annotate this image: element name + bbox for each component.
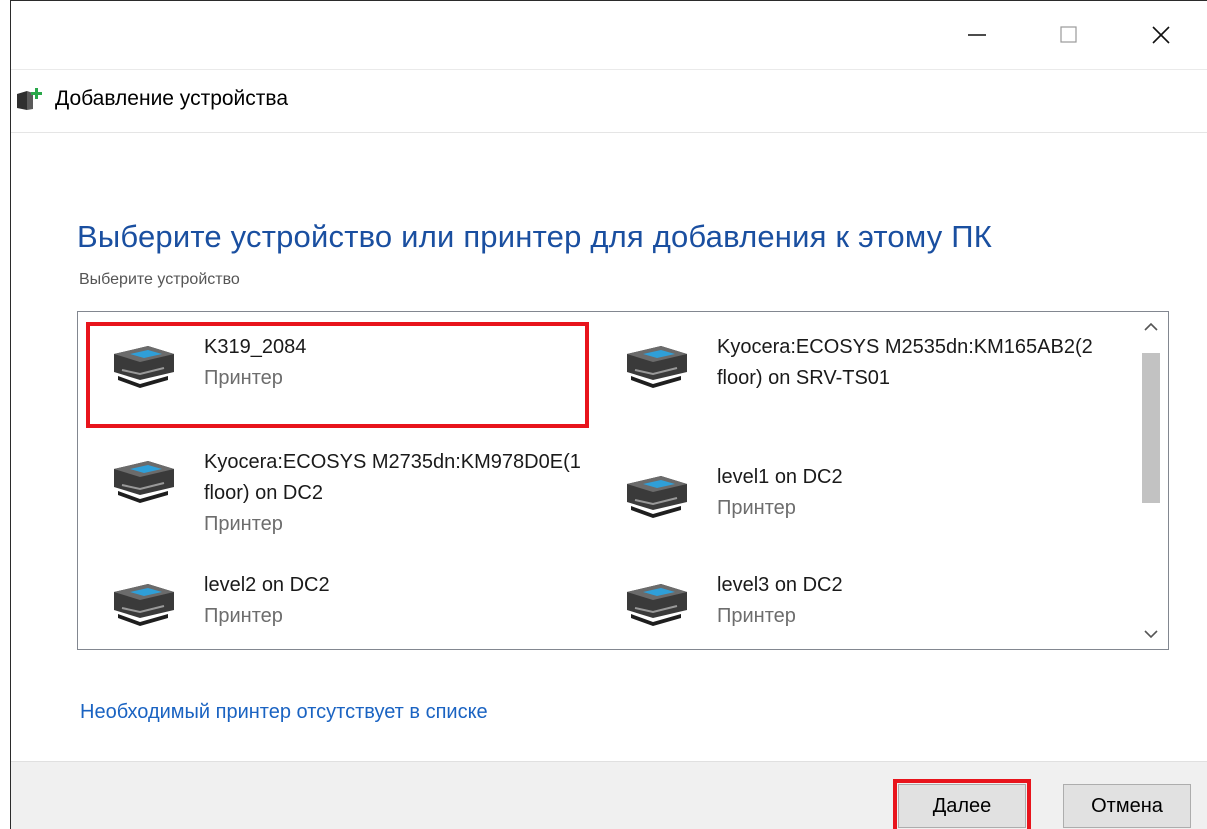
- device-type: Принтер: [204, 367, 283, 389]
- chevron-up-icon: [1144, 322, 1158, 331]
- device-name: Kyocera:ECOSYS M2535dn:KM165AB2(2 floor)…: [717, 336, 1093, 389]
- scroll-down-button[interactable]: [1134, 619, 1168, 649]
- missing-printer-link[interactable]: Необходимый принтер отсутствует в списке: [80, 701, 488, 724]
- page-heading: Выберите устройство или принтер для доба…: [77, 219, 992, 254]
- device-item[interactable]: K319_2084 Принтер: [108, 332, 306, 394]
- device-list-scrollbar[interactable]: [1134, 312, 1168, 649]
- maximize-button[interactable]: [1023, 1, 1115, 69]
- add-device-icon: [15, 86, 45, 112]
- printer-icon: [621, 570, 693, 630]
- chevron-down-icon: [1144, 630, 1158, 639]
- printer-icon: [108, 447, 180, 507]
- device-name: level2 on DC2: [204, 574, 330, 596]
- close-icon: [1152, 26, 1170, 44]
- device-item[interactable]: level2 on DC2 Принтер: [108, 570, 330, 632]
- scrollbar-thumb[interactable]: [1142, 353, 1160, 503]
- device-item[interactable]: level3 on DC2 Принтер: [621, 570, 843, 632]
- printer-icon: [108, 570, 180, 630]
- device-type: Принтер: [204, 513, 283, 535]
- printer-icon: [621, 462, 693, 522]
- device-name: level1 on DC2: [717, 466, 843, 488]
- titlebar-divider: [11, 69, 1207, 70]
- device-name: K319_2084: [204, 336, 307, 358]
- window-title-row: Добавление устройства: [15, 86, 288, 112]
- device-item[interactable]: level1 on DC2 Принтер: [621, 462, 843, 524]
- device-type: Принтер: [204, 605, 283, 627]
- close-button[interactable]: [1115, 1, 1207, 69]
- device-name: Kyocera:ECOSYS M2735dn:KM978D0E(1 floor)…: [204, 451, 581, 504]
- next-button[interactable]: Далее: [893, 779, 1031, 829]
- device-item[interactable]: Kyocera:ECOSYS M2735dn:KM978D0E(1 floor)…: [108, 447, 594, 540]
- device-type: Принтер: [717, 605, 796, 627]
- page-subheading: Выберите устройство: [79, 271, 240, 288]
- minimize-button[interactable]: [931, 1, 1023, 69]
- maximize-icon: [1060, 26, 1077, 43]
- device-list[interactable]: K319_2084 Принтер Kyocera:ECOSYS M2535dn…: [77, 311, 1169, 650]
- device-type: Принтер: [717, 497, 796, 519]
- device-name: level3 on DC2: [717, 574, 843, 596]
- minimize-icon: [968, 34, 986, 36]
- dialog-footer: Далее Отмена: [11, 761, 1207, 829]
- printer-icon: [108, 332, 180, 392]
- printer-icon: [621, 332, 693, 392]
- cancel-button[interactable]: Отмена: [1063, 784, 1191, 828]
- add-device-window: Добавление устройства Выберите устройств…: [10, 0, 1207, 829]
- window-controls: [931, 1, 1207, 69]
- scroll-up-button[interactable]: [1134, 312, 1168, 342]
- header-divider: [11, 132, 1207, 133]
- window-title: Добавление устройства: [55, 87, 288, 110]
- device-item[interactable]: Kyocera:ECOSYS M2535dn:KM165AB2(2 floor)…: [621, 332, 1097, 394]
